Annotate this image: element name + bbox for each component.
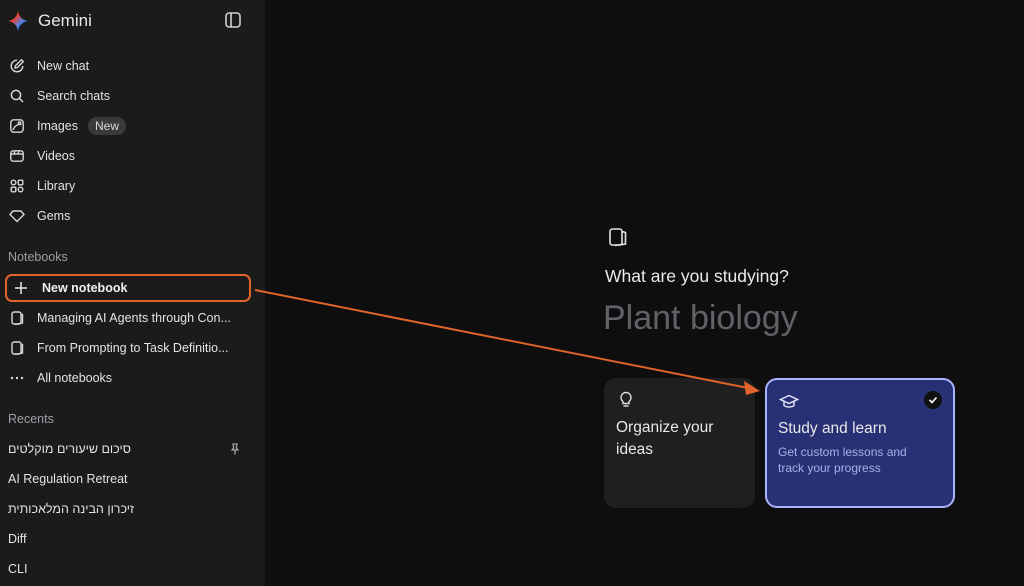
check-icon xyxy=(924,391,942,409)
recent-chat-item[interactable]: Diff xyxy=(8,528,248,550)
new-notebook-label: New notebook xyxy=(42,281,128,295)
notebook-icon xyxy=(8,339,26,357)
sidebar: Gemini New chat Search chats Images New … xyxy=(0,0,265,586)
nav-gems[interactable]: Gems xyxy=(8,203,248,229)
all-notebooks-label: All notebooks xyxy=(37,371,113,385)
gemini-logo-icon xyxy=(8,11,28,31)
nav-images[interactable]: Images New xyxy=(8,113,248,139)
nav-new-chat[interactable]: New chat xyxy=(8,53,248,79)
gem-icon xyxy=(8,207,26,225)
more-horizontal-icon xyxy=(8,369,26,387)
notebook-label: Managing AI Agents through Con... xyxy=(37,311,231,325)
recent-chat-label: סיכום שיעורים מוקלטים xyxy=(8,442,131,456)
card-title: Organize your ideas xyxy=(616,419,714,458)
study-topic-input[interactable] xyxy=(603,296,963,340)
recent-chat-label: זיכרון הבינה המלאכותית xyxy=(8,502,135,516)
notebook-icon xyxy=(8,309,26,327)
new-notebook-button[interactable]: New notebook xyxy=(5,274,251,302)
nav-library[interactable]: Library xyxy=(8,173,248,199)
recent-chat-label: Diff xyxy=(8,532,27,546)
sidebar-toggle-icon[interactable] xyxy=(224,11,242,29)
nav-label: Videos xyxy=(37,149,75,163)
nav-label: New chat xyxy=(37,59,90,73)
notebooks-heading: Notebooks xyxy=(8,250,68,264)
plus-icon xyxy=(12,279,30,297)
pin-icon[interactable] xyxy=(229,443,241,455)
recent-chat-item[interactable]: סיכום שיעורים מוקלטים xyxy=(8,438,131,460)
brand[interactable]: Gemini xyxy=(8,10,92,32)
all-notebooks-link[interactable]: All notebooks xyxy=(8,365,248,391)
nav-label: Search chats xyxy=(37,89,110,103)
recent-chat-item[interactable]: AI Regulation Retreat xyxy=(8,468,248,490)
recent-chat-item[interactable]: זיכרון הבינה המלאכותית xyxy=(8,498,135,520)
recent-chat-item[interactable]: CLI xyxy=(8,558,248,580)
nav-label: Library xyxy=(37,179,76,193)
recent-chat-label: AI Regulation Retreat xyxy=(8,472,128,486)
library-icon xyxy=(8,177,26,195)
card-description: Get custom lessons and track your progre… xyxy=(778,445,907,475)
app-name: Gemini xyxy=(38,11,92,30)
video-icon xyxy=(8,147,26,165)
graduation-cap-icon xyxy=(779,392,799,412)
search-icon xyxy=(8,87,26,105)
study-question: What are you studying? xyxy=(605,266,789,286)
nav-label: Images xyxy=(37,119,78,133)
notebook-item[interactable]: Managing AI Agents through Con... xyxy=(8,305,248,331)
nav-search-chats[interactable]: Search chats xyxy=(8,83,248,109)
notebook-item[interactable]: From Prompting to Task Definitio... xyxy=(8,335,248,361)
notebook-label: From Prompting to Task Definitio... xyxy=(37,341,229,355)
nav-videos[interactable]: Videos xyxy=(8,143,248,169)
lightbulb-icon xyxy=(616,390,636,410)
card-title: Study and learn xyxy=(778,420,887,437)
recents-heading: Recents xyxy=(8,412,54,426)
edit-icon xyxy=(8,57,26,75)
image-icon xyxy=(8,117,26,135)
recent-chat-label: CLI xyxy=(8,562,28,576)
nav-label: Gems xyxy=(37,209,71,223)
new-badge: New xyxy=(88,117,127,135)
organize-ideas-card[interactable]: Organize your ideas xyxy=(604,378,755,508)
notebook-icon xyxy=(607,226,629,248)
study-and-learn-card[interactable]: Study and learn Get custom lessons and t… xyxy=(765,378,955,508)
